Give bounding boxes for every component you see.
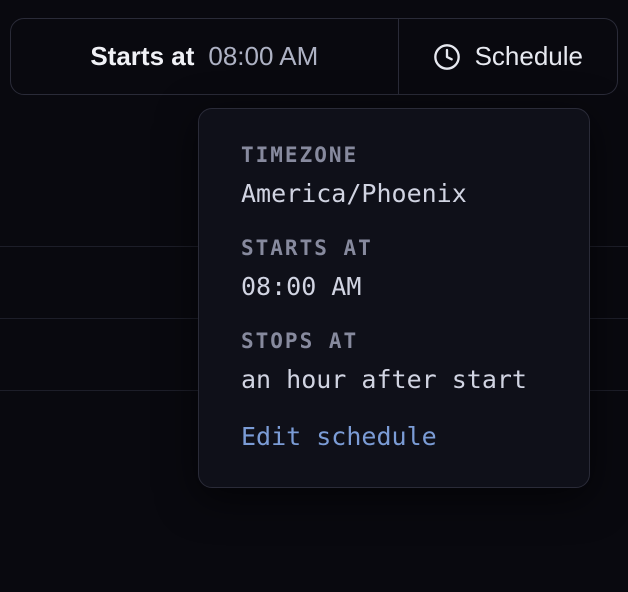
timezone-label: TIMEZONE <box>241 143 547 167</box>
stops-at-section: STOPS AT an hour after start <box>241 329 547 394</box>
timezone-value: America/Phoenix <box>241 179 547 208</box>
stops-at-label: STOPS AT <box>241 329 547 353</box>
toolbar: Starts at 08:00 AM Schedule <box>10 18 618 95</box>
starts-at-section: STARTS AT 08:00 AM <box>241 236 547 301</box>
schedule-button[interactable]: Schedule <box>399 18 618 95</box>
starts-at-popover-label: STARTS AT <box>241 236 547 260</box>
timezone-section: TIMEZONE America/Phoenix <box>241 143 547 208</box>
schedule-popover: TIMEZONE America/Phoenix STARTS AT 08:00… <box>198 108 590 488</box>
starts-at-button[interactable]: Starts at 08:00 AM <box>10 18 399 95</box>
edit-schedule-link[interactable]: Edit schedule <box>241 422 547 451</box>
starts-at-popover-value: 08:00 AM <box>241 272 547 301</box>
stops-at-value: an hour after start <box>241 365 547 394</box>
starts-at-label: Starts at <box>90 41 194 72</box>
schedule-button-label: Schedule <box>475 41 583 72</box>
starts-at-time: 08:00 AM <box>208 41 318 72</box>
clock-icon <box>433 43 461 71</box>
